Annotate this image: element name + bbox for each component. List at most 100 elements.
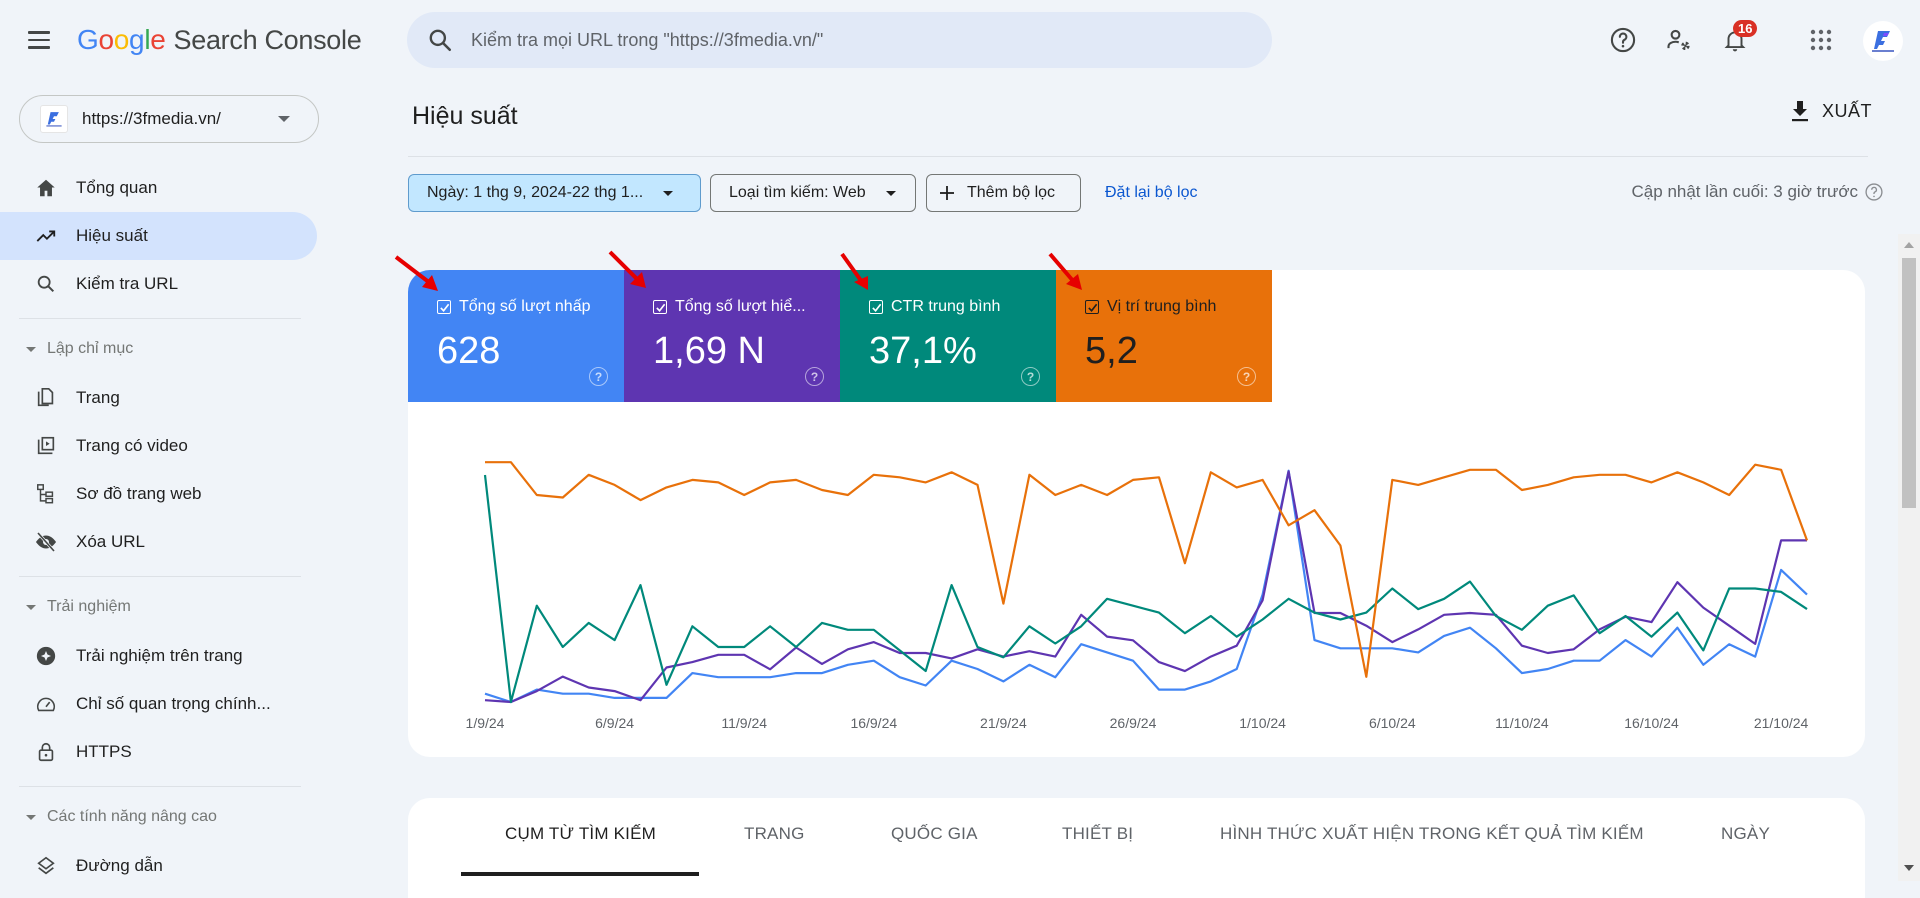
tab-queries[interactable]: CỤM TỪ TÌM KIẾM <box>505 824 656 844</box>
section-header-enhancements[interactable]: Các tính năng nâng cao <box>26 808 217 826</box>
scroll-down-arrow-icon[interactable] <box>1904 865 1914 871</box>
search-type-filter[interactable]: Loại tìm kiếm: Web <box>710 174 916 212</box>
tab-pages[interactable]: TRANG <box>744 824 805 844</box>
sidebar-item-overview[interactable]: Tổng quan <box>0 164 317 212</box>
main-menu-button[interactable] <box>28 26 56 54</box>
help-icon[interactable]: ? <box>1021 367 1040 386</box>
metric-card[interactable]: Tổng số lượt nhấp 628? <box>408 270 624 402</box>
metric-label: CTR trung bình <box>869 298 1056 316</box>
product-logo[interactable]: Google Search Console <box>77 24 362 56</box>
sidebar-item-label: Xóa URL <box>76 532 145 551</box>
tab-dates[interactable]: NGÀY <box>1721 824 1770 844</box>
add-filter-button[interactable]: Thêm bộ lọc <box>926 174 1081 212</box>
metric-label: Tổng số lượt hiể... <box>653 298 840 316</box>
google-apps-button[interactable] <box>1805 24 1837 56</box>
collapse-caret-icon <box>26 604 36 610</box>
speed-gauge-icon <box>33 691 59 717</box>
account-avatar[interactable] <box>1863 21 1903 61</box>
metric-label-text: Tổng số lượt hiể... <box>675 298 806 315</box>
checkbox-checked-icon[interactable] <box>1085 300 1099 314</box>
page-scrollbar[interactable] <box>1898 234 1920 881</box>
scrollbar-thumb[interactable] <box>1902 258 1916 508</box>
search-icon <box>33 271 59 297</box>
section-title: Lập chỉ mục <box>47 340 134 357</box>
property-url: https://3fmedia.vn/ <box>82 109 221 128</box>
metric-card[interactable]: CTR trung bình 37,1%? <box>840 270 1056 402</box>
video-pages-icon <box>33 433 59 459</box>
sidebar-item-label: Trải nghiệm trên trang <box>76 646 243 665</box>
x-tick-label: 21/10/24 <box>1754 715 1809 731</box>
help-icon <box>1610 27 1636 53</box>
sidebar-item-label: Hiệu suất <box>76 226 148 245</box>
dropdown-arrow-icon <box>885 190 896 196</box>
section-header-experience[interactable]: Trải nghiệm <box>26 598 131 616</box>
sidebar-item-label: Chỉ số quan trọng chính... <box>76 694 271 713</box>
apps-grid-icon <box>1810 29 1832 51</box>
help-icon[interactable]: ? <box>589 367 608 386</box>
sidebar-item-performance[interactable]: Hiệu suất <box>0 212 317 260</box>
divider <box>408 156 1868 157</box>
tab-devices[interactable]: THIẾT BỊ <box>1062 824 1133 844</box>
help-icon[interactable]: ? <box>805 367 824 386</box>
active-tab-indicator <box>461 872 699 876</box>
sidebar-item-core-web-vitals[interactable]: Chỉ số quan trọng chính... <box>0 680 317 728</box>
x-tick-label: 16/9/24 <box>850 715 897 731</box>
property-selector[interactable]: https://3fmedia.vn/ <box>19 95 319 143</box>
help-icon[interactable] <box>1864 182 1884 202</box>
tab-search-appearance[interactable]: HÌNH THỨC XUẤT HIỆN TRONG KẾT QUẢ TÌM KI… <box>1220 824 1644 844</box>
metric-card[interactable]: Tổng số lượt hiể... 1,69 N? <box>624 270 840 402</box>
metric-label: Vị trí trung bình <box>1085 298 1272 316</box>
reset-filters-link[interactable]: Đặt lại bộ lọc <box>1105 184 1198 202</box>
scroll-up-arrow-icon[interactable] <box>1904 242 1914 248</box>
sidebar-item-breadcrumbs[interactable]: Đường dẫn <box>0 842 317 890</box>
checkbox-checked-icon[interactable] <box>653 300 667 314</box>
sitemap-icon <box>33 481 59 507</box>
export-button[interactable]: XUẤT <box>1790 100 1872 122</box>
help-icon[interactable]: ? <box>1237 367 1256 386</box>
date-range-filter[interactable]: Ngày: 1 thg 9, 2024-22 thg 1... <box>408 174 701 212</box>
series-line-impressions <box>484 470 1807 704</box>
url-inspection-search[interactable] <box>407 12 1272 68</box>
sidebar-item-https[interactable]: HTTPS <box>0 728 317 776</box>
checkbox-checked-icon[interactable] <box>437 300 451 314</box>
performance-chart-card: Tổng số lượt nhấp 628? Tổng số lượt hiể...… <box>408 270 1865 757</box>
x-tick-label: 16/10/24 <box>1624 715 1679 731</box>
last-updated: Cập nhật lần cuối: 3 giờ trước <box>1632 182 1884 202</box>
metric-label-text: Vị trí trung bình <box>1107 298 1217 315</box>
sidebar-item-sitemaps[interactable]: Sơ đồ trang web <box>0 470 317 518</box>
sidebar-item-url-inspection[interactable]: Kiểm tra URL <box>0 260 317 308</box>
breadcrumbs-layers-icon <box>33 853 59 879</box>
tab-countries[interactable]: QUỐC GIA <box>891 824 978 844</box>
sidebar-item-page-experience[interactable]: Trải nghiệm trên trang <box>0 632 317 680</box>
x-tick-label: 11/9/24 <box>721 715 767 731</box>
checkbox-checked-icon[interactable] <box>869 300 883 314</box>
manage-users-button[interactable] <box>1663 24 1695 56</box>
sidebar-item-label: HTTPS <box>76 742 132 761</box>
sidebar-item-label: Đường dẫn <box>76 856 163 875</box>
performance-line-chart: 1/9/24 6/9/24 11/9/24 16/9/24 21/9/24 26/9/24… <box>466 461 1809 731</box>
manage-users-icon <box>1667 29 1690 51</box>
sidebar-item-label: Trang <box>76 388 120 407</box>
divider <box>19 786 301 787</box>
logo-letter: G <box>77 24 99 55</box>
section-header-indexing[interactable]: Lập chỉ mục <box>26 340 133 358</box>
export-label: XUẤT <box>1821 100 1872 121</box>
lock-icon <box>33 739 59 765</box>
metric-label-text: CTR trung bình <box>891 298 1001 315</box>
metric-label-text: Tổng số lượt nhấp <box>459 298 591 315</box>
section-title: Trải nghiệm <box>47 598 131 615</box>
sidebar-item-label: Sơ đồ trang web <box>76 484 202 503</box>
section-title: Các tính năng nâng cao <box>47 808 217 825</box>
help-button[interactable] <box>1607 24 1639 56</box>
download-icon <box>1791 101 1808 122</box>
sidebar-item-removals[interactable]: Xóa URL <box>0 518 317 566</box>
sidebar-item-pages[interactable]: Trang <box>0 374 317 422</box>
divider <box>19 318 301 319</box>
metric-card[interactable]: Vị trí trung bình 5,2? <box>1056 270 1272 402</box>
notifications-button[interactable]: 16 <box>1719 20 1758 56</box>
date-range-label: Ngày: 1 thg 9, 2024-22 thg 1... <box>427 184 644 201</box>
sidebar-nav: https://3fmedia.vn/ Tổng quan Hiệu suất … <box>0 80 330 881</box>
url-inspection-input[interactable] <box>471 29 1231 51</box>
sidebar-item-video-pages[interactable]: Trang có video <box>0 422 317 470</box>
logo-letter: g <box>129 24 145 55</box>
